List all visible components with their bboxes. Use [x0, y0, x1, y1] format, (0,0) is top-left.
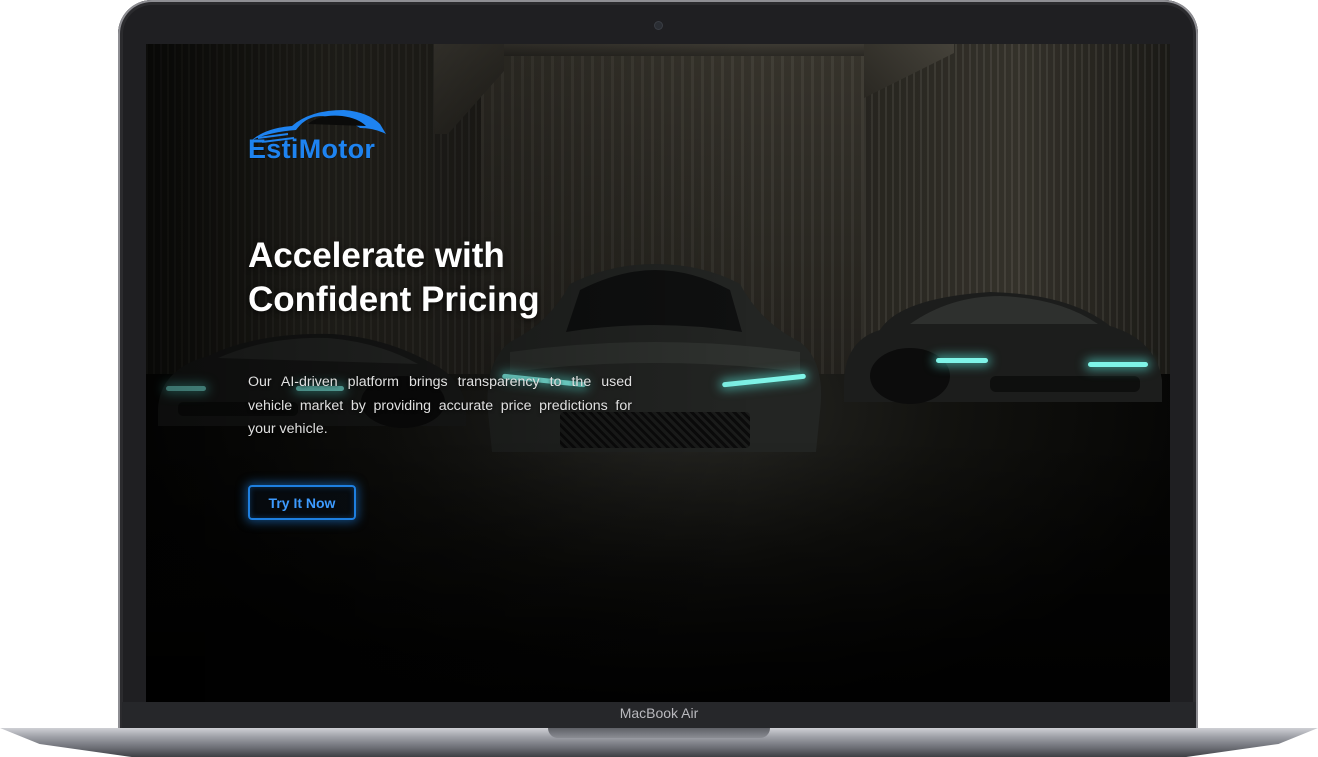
brand-logo-text[interactable]: EstiMotor [248, 134, 375, 165]
laptop-screen: EstiMotor Accelerate with Confident Pric… [146, 44, 1170, 702]
device-model-label: MacBook Air [619, 705, 699, 721]
laptop-hinge-notch [548, 728, 770, 738]
hero-title: Accelerate with Confident Pricing [248, 234, 668, 322]
hero-title-line-1: Accelerate with [248, 236, 505, 275]
hero-description: Our AI-driven platform brings transparen… [248, 374, 632, 437]
hero-title-line-2: Confident Pricing [248, 280, 540, 319]
try-it-now-button[interactable]: Try It Now [248, 485, 356, 520]
hero-section: EstiMotor Accelerate with Confident Pric… [146, 44, 1170, 702]
camera-icon [655, 22, 662, 29]
